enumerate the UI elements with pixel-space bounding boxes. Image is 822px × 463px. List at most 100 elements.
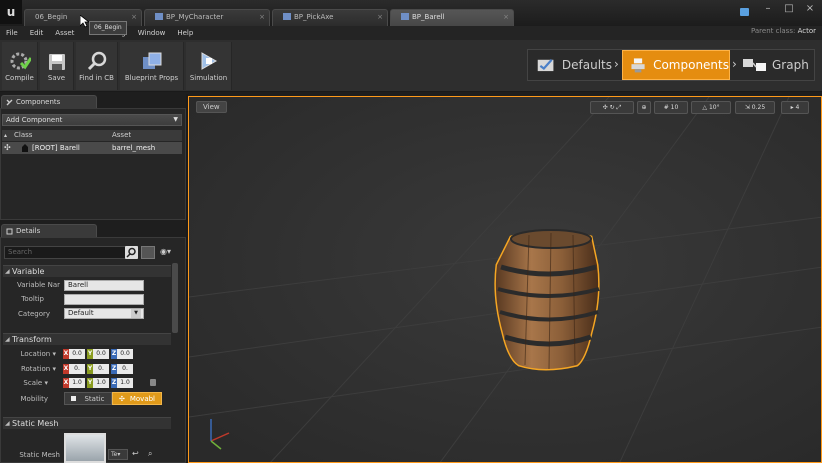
tab-tooltip: 06_Begin [89,21,127,35]
category-label: Category [18,310,50,318]
close-icon[interactable]: × [377,10,383,25]
scale-snap-toggle[interactable]: ⇲ 0.25 [735,101,775,114]
menu-help[interactable]: Help [171,29,199,37]
unreal-logo-icon[interactable]: u [0,0,22,24]
rotation-label[interactable]: Rotation ▾ [4,365,56,373]
rotation-x-field[interactable]: 0. [69,364,85,374]
variable-section[interactable]: ◢ Variable [3,265,171,277]
transform-section[interactable]: ◢ Transform [3,333,171,345]
static-mesh-section[interactable]: ◢ Static Mesh [3,417,171,429]
rotation-y-field[interactable]: 0. [93,364,109,374]
camera-speed-button[interactable]: ▸ 4 [781,101,809,114]
mobility-movable-button[interactable]: ✣ Movabl [112,392,162,405]
location-x-field[interactable]: 0.0 [69,349,85,359]
collapse-icon[interactable]: ▴ [4,130,7,141]
close-icon[interactable]: × [131,10,137,25]
location-y-field[interactable]: 0.0 [93,349,109,359]
find-in-cb-button[interactable]: Find in CB [76,42,118,90]
blueprint-editor-window: u 06_Begin × BP_MyCharacter × BP_PickAxe… [0,0,822,463]
tooltip-label: Tooltip [21,295,44,303]
viewport[interactable] [188,96,822,463]
property-matrix-icon[interactable] [141,246,155,259]
details-panel-title: Details [16,227,41,235]
eye-icon[interactable]: ◉▾ [160,247,171,256]
barrel-mesh[interactable] [494,229,600,371]
static-mesh-dropdown-label: Te [111,451,118,458]
scale-snap-icon: ⇲ [744,104,750,111]
close-window-icon[interactable]: × [804,3,816,14]
translate-icon[interactable]: ✣ [603,104,608,111]
tooltip-field[interactable] [64,294,144,305]
scale-vector: X 1.0 Y 1.0 Z 1.0 [63,378,135,388]
search-icon[interactable] [125,246,138,259]
menu-edit[interactable]: Edit [24,29,50,37]
compile-button[interactable]: Compile [2,42,38,90]
components-panel-tab[interactable]: Components [1,95,97,108]
transform-section-title: Transform [12,335,52,344]
simulation-button[interactable]: Simulation [186,42,232,90]
table-row[interactable]: ✣ [ROOT] Barell barrel_mesh [2,142,182,154]
close-icon[interactable]: × [259,10,265,25]
category-value: Default [68,309,94,317]
view-options-button[interactable]: View [196,101,227,113]
scale-x-field[interactable]: 1.0 [69,378,85,388]
scale-icon[interactable]: ⤢ [617,104,622,111]
viewport-scene [189,97,821,462]
minimize-icon[interactable]: – [762,3,774,14]
scale-y-field[interactable]: 1.0 [93,378,109,388]
details-search-input[interactable]: Search [4,246,138,259]
rotate-icon[interactable]: ↻ [610,104,615,111]
details-panel-icon [6,228,13,235]
blueprint-props-button[interactable]: Blueprint Props [120,42,184,90]
scale-label[interactable]: Scale ▾ [4,379,48,387]
tab-bp-barell[interactable]: BP_Barell × [390,9,514,26]
world-local-toggle[interactable]: ⊕ [637,101,651,114]
save-button[interactable]: Save [40,42,74,90]
parent-class: Parent class: Actor [751,27,816,35]
variable-name-field[interactable]: Barell [64,280,144,291]
save-label: Save [47,74,66,82]
static-mesh-thumbnail[interactable] [64,433,106,463]
rotation-z-field[interactable]: 0. [117,364,133,374]
magnifier-icon [87,51,106,71]
browse-icon[interactable]: ⌕ [148,449,152,459]
camera-icon: ▸ [790,104,794,111]
maximize-icon[interactable]: □ [783,3,795,14]
details-panel-tab[interactable]: Details [1,224,97,237]
tab-bp-pickaxe[interactable]: BP_PickAxe × [272,9,388,26]
tab-bp-mycharacter[interactable]: BP_MyCharacter × [144,9,270,26]
static-mesh-dropdown[interactable]: Te▾ [108,449,128,460]
save-icon [48,54,65,70]
location-z-field[interactable]: 0.0 [117,349,133,359]
parent-class-label: Parent class: [750,27,796,35]
mobility-static-button[interactable]: Static [64,392,112,405]
tab-label: 06_Begin [35,13,68,21]
column-asset[interactable]: Asset [112,130,131,141]
menu-window[interactable]: Window [132,29,172,37]
compile-icon [10,52,31,70]
close-icon[interactable]: × [503,10,509,25]
transform-mode-buttons[interactable]: ✣ ↻ ⤢ [590,101,634,114]
variable-name-value: Barell [68,281,89,289]
menu-asset[interactable]: Asset [49,29,80,37]
mode-graph[interactable]: Graph [742,50,812,80]
location-vector: X 0.0 Y 0.0 Z 0.0 [63,349,135,359]
category-dropdown[interactable]: Default ▼ [64,308,144,319]
components-icon [631,58,645,73]
mode-components[interactable]: Components [622,50,730,80]
scale-snap-value[interactable]: 0.25 [752,104,765,111]
use-selected-icon[interactable]: ↩ [132,449,139,458]
rotation-snap-value[interactable]: 10° [709,104,720,111]
add-component-button[interactable]: Add Component ▼ [2,114,182,126]
lock-icon[interactable] [150,379,156,386]
feedback-icon[interactable] [740,8,749,16]
column-class[interactable]: Class [14,130,32,141]
rotation-snap-toggle[interactable]: △ 10° [691,101,731,114]
grid-snap-value[interactable]: 10 [671,104,679,111]
menu-file[interactable]: File [0,29,24,37]
grid-snap-toggle[interactable]: # 10 [654,101,688,114]
scale-z-field[interactable]: 1.0 [117,378,133,388]
location-label[interactable]: Location ▾ [4,350,56,358]
details-scrollbar[interactable] [172,263,178,333]
mode-defaults[interactable]: Defaults [532,50,612,80]
